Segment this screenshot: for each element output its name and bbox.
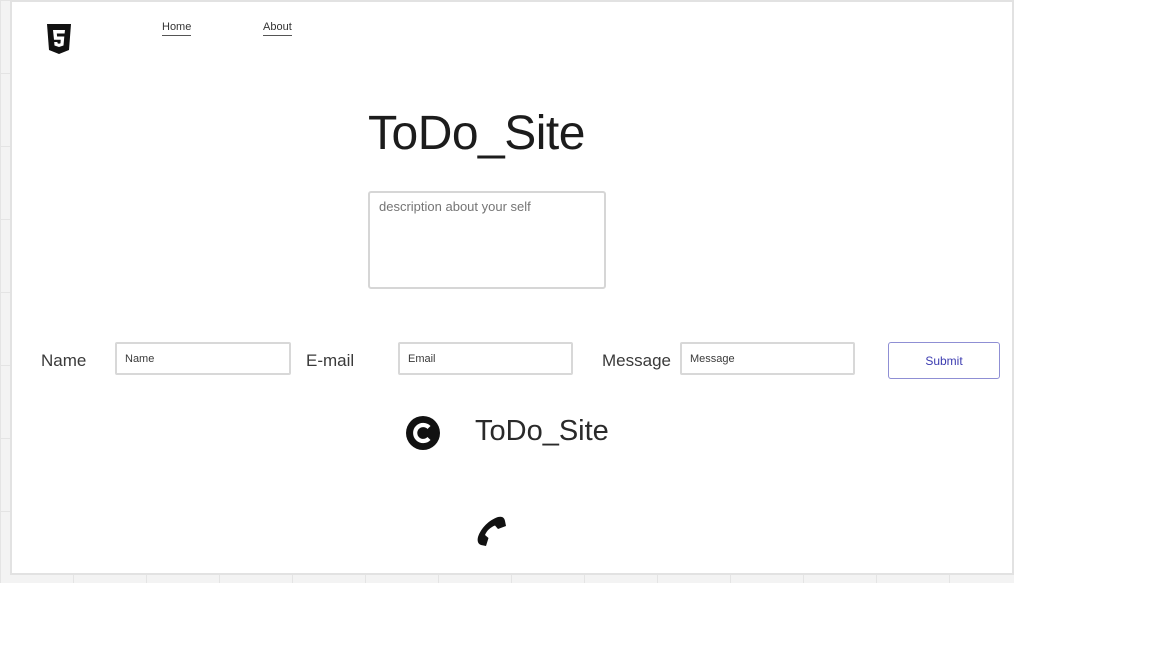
nav-home-link[interactable]: Home xyxy=(162,21,192,36)
page-frame: Home About ToDo_Site Name E-mail Message… xyxy=(10,0,1014,575)
message-label: Message xyxy=(602,351,671,370)
page-title: ToDo_Site xyxy=(368,107,585,160)
message-input[interactable] xyxy=(680,342,855,375)
html5-icon[interactable] xyxy=(46,23,72,55)
email-input[interactable] xyxy=(398,342,573,375)
copyright-icon xyxy=(406,416,440,450)
email-label: E-mail xyxy=(306,351,355,370)
description-textarea[interactable] xyxy=(368,191,606,289)
nav-about-link[interactable]: About xyxy=(263,21,292,36)
submit-button[interactable]: Submit xyxy=(888,342,1000,379)
footer-title: ToDo_Site xyxy=(475,415,609,447)
phone-icon[interactable] xyxy=(473,512,511,550)
name-input[interactable] xyxy=(115,342,291,375)
name-label: Name xyxy=(41,351,87,370)
